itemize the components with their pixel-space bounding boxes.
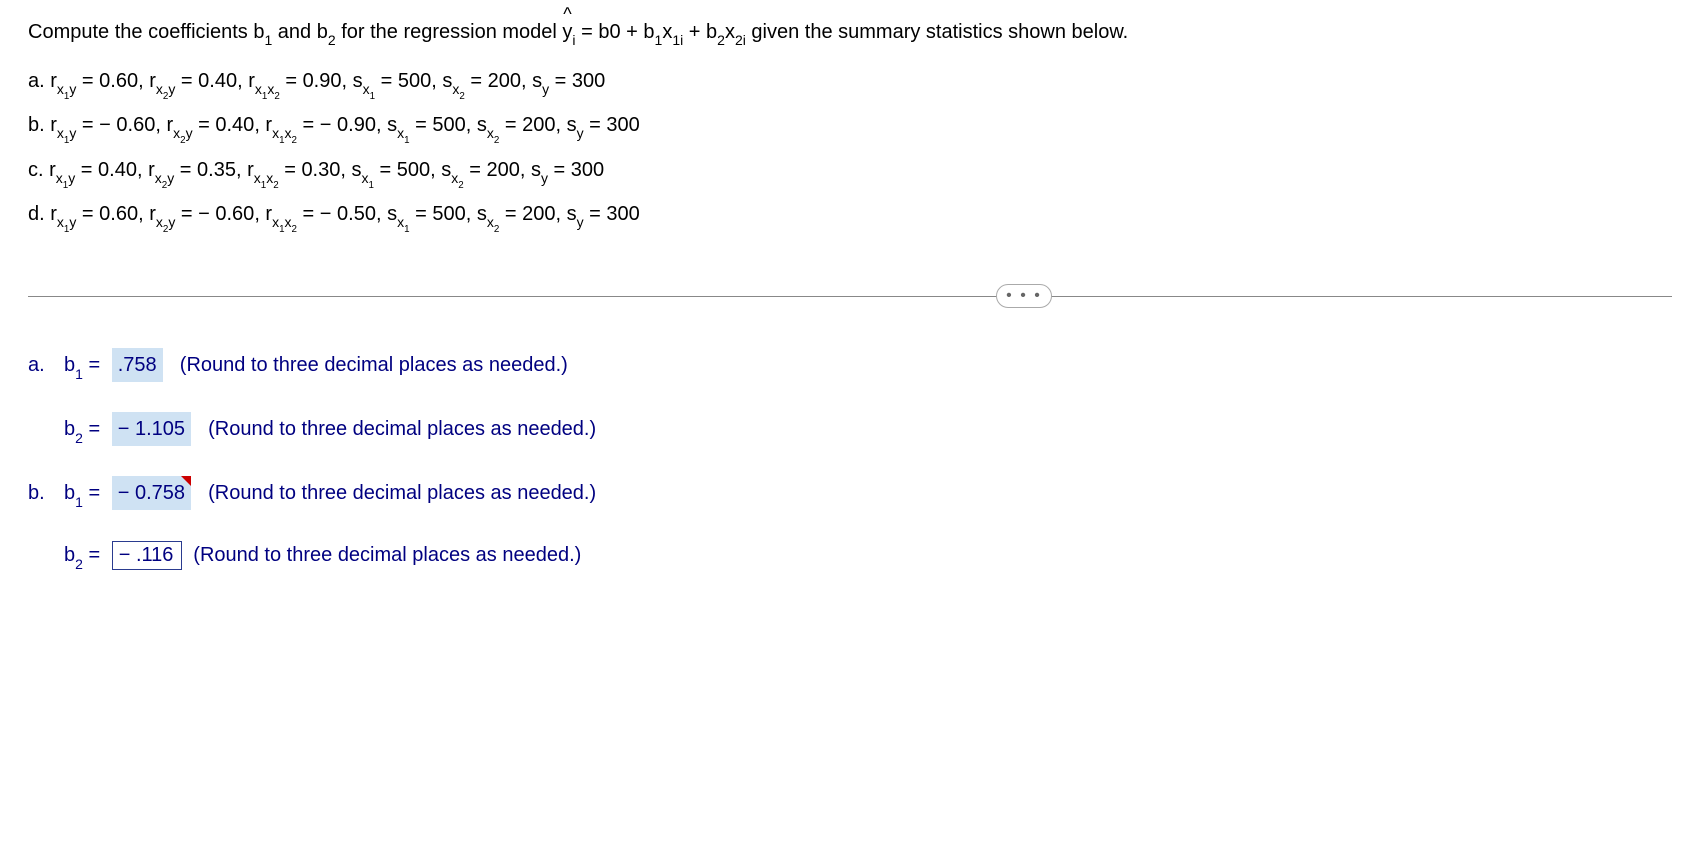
option-a: a. rx1y = 0.60, rx2y = 0.40, rx1x2 = 0.9…: [28, 65, 1672, 101]
answers-section: a. b1 = .758 (Round to three decimal pla…: [28, 348, 1672, 572]
answer-a-b2: b2 = − 1.105 (Round to three decimal pla…: [28, 412, 1672, 446]
answer-b-b2: b2 = (Round to three decimal places as n…: [28, 540, 1672, 572]
answer-b-b2-input[interactable]: [112, 541, 182, 570]
more-button[interactable]: • • •: [996, 284, 1052, 308]
answer-a-b2-value[interactable]: − 1.105: [112, 412, 191, 446]
answer-a-b1: a. b1 = .758 (Round to three decimal pla…: [28, 348, 1672, 382]
answer-b-b1: b. b1 = − 0.758 (Round to three decimal …: [28, 476, 1672, 510]
answer-a-b1-value[interactable]: .758: [112, 348, 163, 382]
question-text: Compute the coefficients b1 and b2 for t…: [28, 18, 1672, 49]
section-divider: • • •: [28, 284, 1672, 308]
option-d: d. rx1y = 0.60, rx2y = − 0.60, rx1x2 = −…: [28, 198, 1672, 234]
divider-line: [28, 296, 1672, 297]
option-c: c. rx1y = 0.40, rx2y = 0.35, rx1x2 = 0.3…: [28, 154, 1672, 190]
answer-b-b1-value[interactable]: − 0.758: [112, 476, 191, 510]
option-b: b. rx1y = − 0.60, rx2y = 0.40, rx1x2 = −…: [28, 109, 1672, 145]
